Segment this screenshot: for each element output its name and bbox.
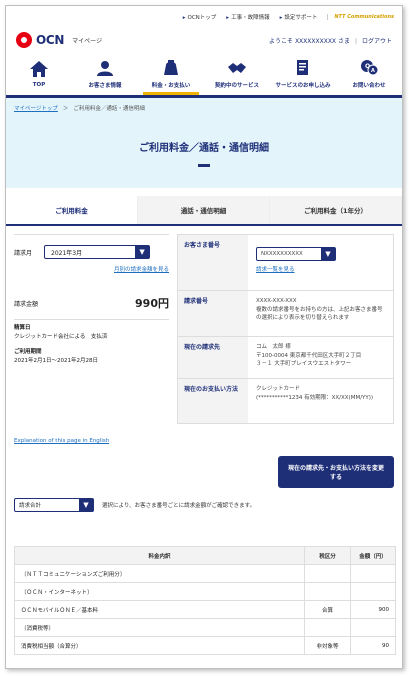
nav-inquiry[interactable]: QA お問い合わせ <box>336 52 402 95</box>
breadcrumb-home[interactable]: マイページトップ <box>14 104 58 112</box>
customer-number-label: お客さま番号 <box>178 235 248 290</box>
settle-label: 精算日 <box>14 325 31 331</box>
qa-icon: QA <box>361 59 379 75</box>
nav-contracted-services[interactable]: 契約中のサービス <box>204 52 270 95</box>
table-row: 消費税相当額（合算分） 非対象等 90 <box>14 636 396 655</box>
tab-call-details[interactable]: 通話・通信明細 <box>138 196 270 224</box>
filter-note: 選択により、お客さま番号ごとに請求金額がご確認できます。 <box>102 503 256 509</box>
chevron-down-icon: ▼ <box>321 248 335 260</box>
billing-month-select[interactable]: 2021年3月 ▼ <box>44 245 151 259</box>
document-icon <box>297 59 308 75</box>
wallet-icon <box>164 59 178 75</box>
table-row: 〔ＮＴＴコミュニケーションズご利用分〕 <box>14 564 396 583</box>
billing-summary: 請求月 2021年3月 ▼ 月別の請求金額を見る 請求金額 990円 精算日 クレ… <box>6 226 402 424</box>
home-icon <box>30 60 48 77</box>
billing-amount-row: 請求金額 990円 <box>14 281 169 320</box>
top-link-ocn[interactable]: ▸ OCNトップ <box>183 13 217 21</box>
billing-address-line1: 〒100-0004 東京都千代田区大手町２丁目 <box>256 352 362 359</box>
english-explanation-link[interactable]: Explanation of this page in English <box>14 438 109 444</box>
brand-row: OCN マイページ ようこそ XXXXXXXXXX さま | ログアウト <box>6 28 402 52</box>
settle-value: クレジットカード会社による 支払済 <box>14 334 108 340</box>
customer-number-select[interactable]: NXXXXXXXXXX ▼ <box>256 247 336 261</box>
tab-charges[interactable]: ご利用料金 <box>6 196 138 224</box>
tab-bar: ご利用料金 通話・通信明細 ご利用料金（1年分） <box>6 196 402 226</box>
ocn-logo[interactable]: OCN マイページ <box>16 32 102 48</box>
welcome-area: ようこそ XXXXXXXXXX さま | ログアウト <box>269 37 392 45</box>
billing-left-panel: 請求月 2021年3月 ▼ 月別の請求金額を見る 請求金額 990円 精算日 クレ… <box>14 234 169 424</box>
page-hero: ご利用料金／通話・通信明細 <box>6 118 402 188</box>
billing-list-link[interactable]: 請求一覧を見る <box>256 267 295 273</box>
page-title: ご利用料金／通話・通信明細 <box>139 143 269 154</box>
billing-address-label: 現在の請求先 <box>178 337 248 378</box>
svg-text:A: A <box>371 68 375 74</box>
title-underline <box>198 164 210 167</box>
main-nav: TOP お客さま情報 料金・お支払い 契約中のサービス サービスのお申し込み Q… <box>6 52 402 98</box>
table-row: 〔消費税等〕 <box>14 618 396 637</box>
billing-month-label: 請求月 <box>14 249 33 257</box>
monthly-amount-link[interactable]: 月別の請求金額を見る <box>114 267 169 273</box>
top-link-support[interactable]: ▸ 設定サポート <box>280 13 318 21</box>
welcome-text: ようこそ XXXXXXXXXX さま <box>269 37 350 45</box>
top-links-bar: ▸ OCNトップ ▸ 工事・故障情報 ▸ 設定サポート NTT Communicati… <box>6 6 402 28</box>
ocn-mark-icon <box>16 32 32 48</box>
payment-method-value: クレジットカード <box>256 386 301 392</box>
handshake-icon <box>228 62 246 73</box>
bill-number-note: 複数の請求番号をお持ちの方は、上記お客さま番号の選択により表示を切り替えられます <box>256 306 383 322</box>
top-link-maintenance[interactable]: ▸ 工事・故障情報 <box>226 13 269 21</box>
nav-apply-service[interactable]: サービスのお申し込み <box>270 52 336 95</box>
bill-number-value: XXXX-XXX-XXX <box>256 298 297 304</box>
tab-annual-charges[interactable]: ご利用料金（1年分） <box>270 196 402 224</box>
chevron-down-icon: ▼ <box>79 499 93 511</box>
breadcrumb: マイページトップ ＞ ご利用料金／通話・通信明細 <box>6 98 402 118</box>
billing-amount-label: 請求金額 <box>14 300 39 308</box>
svg-text:Q: Q <box>365 63 370 70</box>
payment-card-info: (***********1234 有効期限：XX/XX(MM/YY)) <box>256 394 374 401</box>
table-row: 〔ＯＣＮ・インターネット〕 <box>14 582 396 601</box>
col-header-amount: 金額（円） <box>350 546 396 565</box>
period-value: 2021年2月1日〜2021年2月28日 <box>14 358 98 364</box>
nav-customer-info[interactable]: お客さま情報 <box>72 52 138 95</box>
page-frame: ▸ OCNトップ ▸ 工事・故障情報 ▸ 設定サポート NTT Communicati… <box>5 5 403 669</box>
billing-address-name: コム 太郎 様 <box>256 344 291 350</box>
breadcrumb-separator-icon: ＞ <box>62 106 69 112</box>
logout-link[interactable]: ログアウト <box>362 38 392 45</box>
chevron-down-icon: ▼ <box>135 246 150 258</box>
billing-right-panel: お客さま番号 NXXXXXXXXXX ▼ 請求一覧を見る 請求番号 XXXX-XX… <box>177 234 394 424</box>
billing-total-select[interactable]: 請求合計 ▼ <box>14 498 94 512</box>
payment-method-label: 現在のお支払い方法 <box>178 379 248 423</box>
col-header-tax: 税区分 <box>304 546 351 565</box>
ntt-logo[interactable]: NTT Communications <box>327 14 394 20</box>
period-label: ご利用期間 <box>14 349 42 355</box>
bill-number-label: 請求番号 <box>178 291 248 336</box>
billing-address-line2: ３－１ 大手町プレイスウエストタワー <box>256 361 352 367</box>
billing-amount-value: 990円 <box>135 297 169 310</box>
breadcrumb-current: ご利用料金／通話・通信明細 <box>73 106 145 112</box>
table-row: ＯＣＮモバイルＯＮＥ／基本料 合算 900 <box>14 600 396 619</box>
col-header-item: 料金内訳 <box>14 546 305 565</box>
filter-row: 請求合計 ▼ 選択により、お客さま番号ごとに請求金額がご確認できます。 <box>6 488 402 512</box>
user-icon <box>97 60 113 76</box>
change-billing-button[interactable]: 現在の請求先・お支払い方法を変更する <box>278 456 394 488</box>
nav-top[interactable]: TOP <box>6 52 72 95</box>
nav-billing[interactable]: 料金・お支払い <box>138 52 204 95</box>
charges-table: 料金内訳 税区分 金額（円） 〔ＮＴＴコミュニケーションズご利用分〕 〔ＯＣＮ・… <box>14 546 396 655</box>
